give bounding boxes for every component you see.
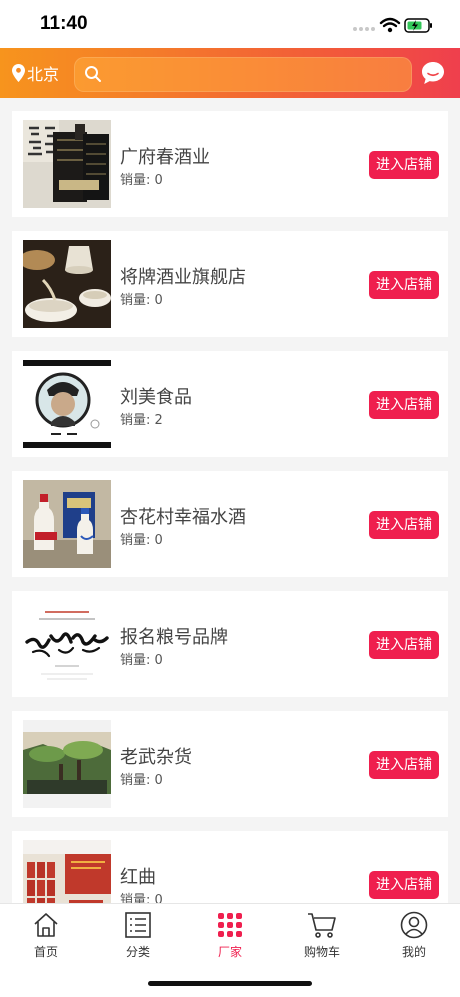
sales-label: 销量: xyxy=(120,773,151,788)
tab-label: 我的 xyxy=(401,945,426,959)
tab-label: 分类 xyxy=(125,945,150,959)
home-indicator xyxy=(148,981,312,986)
enter-store-button[interactable]: 进入店铺 xyxy=(369,391,439,419)
enter-store-button[interactable]: 进入店铺 xyxy=(369,751,439,779)
search-input[interactable] xyxy=(74,57,412,92)
store-sales: 销量: 0 xyxy=(120,769,163,788)
tab-label: 首页 xyxy=(33,945,58,959)
tab-label: 购物车 xyxy=(303,945,340,959)
sales-label: 销量: xyxy=(120,533,151,548)
sales-count: 0 xyxy=(154,653,163,668)
store-thumbnail xyxy=(23,720,111,808)
tab-home[interactable]: 首页 xyxy=(0,910,92,960)
store-sales: 销量: 2 xyxy=(120,409,163,428)
store-name: 广府春酒业 xyxy=(120,147,210,168)
store-thumbnail xyxy=(23,120,111,208)
store-name: 报名粮号品牌 xyxy=(120,627,228,648)
search-icon xyxy=(84,65,102,87)
store-card[interactable]: 报名粮号品牌 销量: 0 进入店铺 xyxy=(12,591,448,697)
message-button[interactable] xyxy=(421,61,445,89)
tab-mine[interactable]: 我的 xyxy=(368,910,460,960)
cart-icon xyxy=(276,910,368,940)
store-card[interactable]: 老武杂货 销量: 0 进入店铺 xyxy=(12,711,448,817)
location-selector[interactable]: 北京 xyxy=(12,62,59,84)
sales-count: 2 xyxy=(154,413,163,428)
chat-bubble-icon xyxy=(422,62,444,84)
store-sales: 销量: 0 xyxy=(120,289,163,308)
status-bar: 11:40 xyxy=(0,0,460,48)
store-name: 将牌酒业旗舰店 xyxy=(120,267,246,288)
store-card[interactable]: 将牌酒业旗舰店 销量: 0 进入店铺 xyxy=(12,231,448,337)
status-icons xyxy=(352,15,434,35)
enter-store-button[interactable]: 进入店铺 xyxy=(369,631,439,659)
wifi-icon xyxy=(379,17,401,28)
store-name: 红曲 xyxy=(120,867,156,888)
tab-label: 厂家 xyxy=(217,945,242,959)
store-sales: 销量: 0 xyxy=(120,529,163,548)
grid-icon xyxy=(184,910,276,940)
store-sales: 销量: 0 xyxy=(120,169,163,188)
store-name: 刘美食品 xyxy=(120,387,192,408)
enter-store-button[interactable]: 进入店铺 xyxy=(369,271,439,299)
sales-count: 0 xyxy=(154,533,163,548)
store-card[interactable]: 广府春酒业 销量: 0 进入店铺 xyxy=(12,111,448,217)
sales-label: 销量: xyxy=(120,293,151,308)
enter-store-button[interactable]: 进入店铺 xyxy=(369,151,439,179)
store-thumbnail xyxy=(23,360,111,448)
tab-cart[interactable]: 购物车 xyxy=(276,910,368,960)
enter-store-button[interactable]: 进入店铺 xyxy=(369,511,439,539)
sales-count: 0 xyxy=(154,173,163,188)
top-header: 北京 xyxy=(0,48,460,98)
sales-count: 0 xyxy=(154,773,163,788)
location-label: 北京 xyxy=(27,65,60,84)
sales-label: 销量: xyxy=(120,653,151,668)
store-thumbnail xyxy=(23,240,111,328)
sales-label: 销量: xyxy=(120,173,151,188)
store-thumbnail xyxy=(23,600,111,688)
battery-icon xyxy=(404,18,432,33)
store-name: 老武杂货 xyxy=(120,747,192,768)
sales-label: 销量: xyxy=(120,413,151,428)
location-pin-icon xyxy=(12,64,25,82)
signal-icon xyxy=(353,27,375,31)
store-name: 杏花村幸福水酒 xyxy=(120,507,246,528)
sales-count: 0 xyxy=(154,293,163,308)
store-sales: 销量: 0 xyxy=(120,649,163,668)
list-icon xyxy=(92,910,184,940)
tab-category[interactable]: 分类 xyxy=(92,910,184,960)
store-thumbnail xyxy=(23,480,111,568)
home-icon xyxy=(0,910,92,940)
store-card[interactable]: 刘美食品 销量: 2 进入店铺 xyxy=(12,351,448,457)
store-card[interactable]: 杏花村幸福水酒 销量: 0 进入店铺 xyxy=(12,471,448,577)
user-icon xyxy=(368,910,460,940)
status-time: 11:40 xyxy=(40,13,88,34)
enter-store-button[interactable]: 进入店铺 xyxy=(369,871,439,899)
tab-manufacturer[interactable]: 厂家 xyxy=(184,910,276,960)
